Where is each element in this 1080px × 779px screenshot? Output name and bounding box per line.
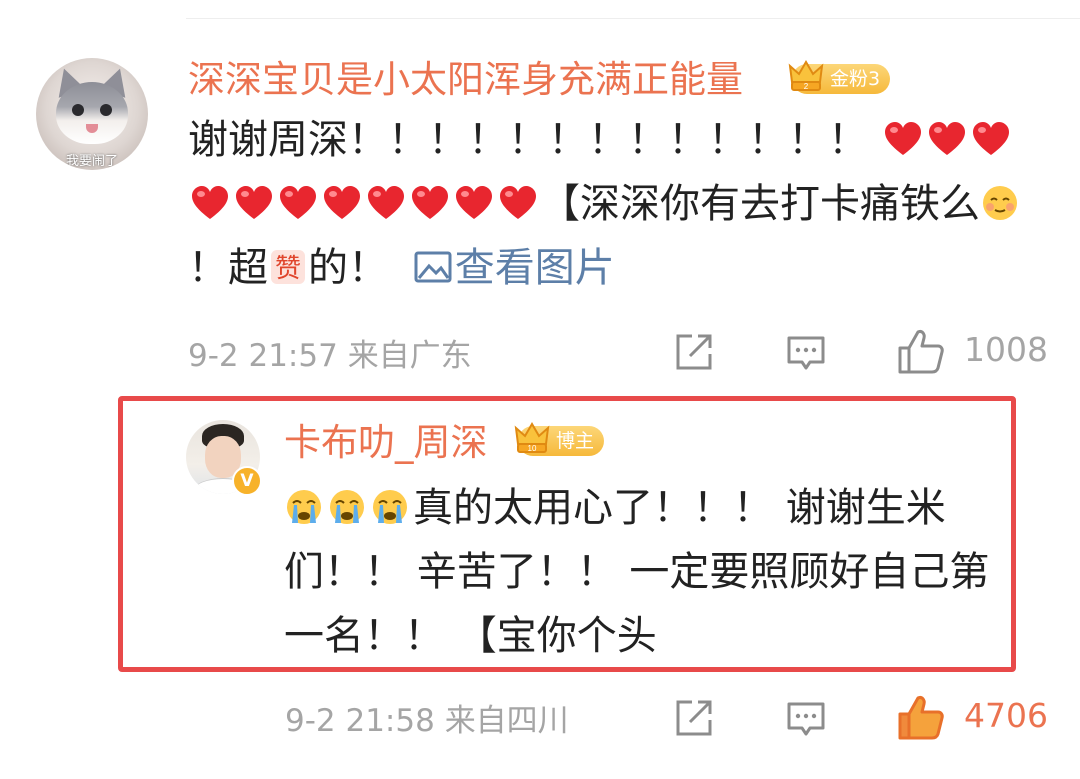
reply-timestamp: 9-2 21:58	[285, 703, 435, 739]
heart-emoji-icon	[280, 186, 316, 219]
heart-emoji-icon	[928, 122, 965, 155]
view-image-label: 查看图片	[454, 245, 615, 291]
commenter-avatar[interactable]: 我要闹了	[36, 58, 148, 170]
comment-text-mid: 【深深你有去打卡痛铁么	[540, 181, 980, 227]
svg-text:赞: 赞	[275, 254, 301, 284]
crying-emoji-icon	[373, 490, 407, 524]
avatar-caption: 我要闹了	[65, 154, 118, 169]
blogger-username[interactable]: 卡布叻_周深	[284, 418, 488, 468]
comment-icon	[787, 336, 825, 370]
svg-text:2: 2	[804, 82, 809, 91]
heart-emoji-icon	[236, 186, 272, 219]
comment-timestamp: 9-2 21:57	[188, 338, 338, 374]
like-button[interactable]	[896, 326, 946, 376]
reply-button[interactable]	[784, 698, 828, 742]
share-button[interactable]	[672, 330, 716, 374]
share-button[interactable]	[672, 696, 716, 740]
reply-location: 来自四川	[444, 703, 569, 739]
fan-badge-label: 金粉3	[830, 68, 881, 90]
thumbs-up-icon	[898, 330, 944, 374]
thumbs-up-filled-icon	[898, 696, 944, 740]
comment-text-start: 谢谢周深！！！！！！！！！！！！！	[188, 117, 868, 163]
image-icon	[414, 251, 452, 283]
comment-icon	[787, 702, 825, 736]
reply-body: 真的太用心了！！！ 谢谢生米们！！ 辛苦了！！ 一定要照顾好自己第一名！！ 【宝…	[284, 476, 1004, 668]
heart-emoji-icon	[456, 186, 492, 219]
comment-text-mid2: ！超	[188, 245, 268, 291]
share-icon	[676, 700, 712, 736]
verified-badge: V	[232, 466, 262, 496]
crying-emoji-icon	[330, 490, 364, 524]
reply-meta: 9-2 21:58 来自四川	[285, 695, 569, 740]
top-divider	[186, 18, 1080, 19]
comment-meta: 9-2 21:57 来自广东	[188, 330, 472, 375]
comment-location: 来自广东	[347, 338, 472, 374]
view-image-link[interactable]: 查看图片	[413, 245, 615, 291]
blogger-badge-label: 博主	[556, 430, 595, 452]
heart-emoji-icon	[324, 186, 360, 219]
heart-emoji-icon	[192, 186, 228, 219]
svg-text:10: 10	[528, 444, 537, 453]
cry-emoji-group	[284, 485, 413, 531]
crown-icon: 2	[788, 60, 824, 91]
blogger-badge[interactable]: 10 博主	[514, 422, 605, 456]
reply-button[interactable]	[784, 332, 828, 376]
heart-emoji-icon	[368, 186, 404, 219]
cat-eye	[100, 104, 112, 116]
share-icon	[676, 334, 712, 370]
zan-emoji-icon: 赞	[271, 250, 305, 284]
crown-icon: 10	[514, 422, 550, 453]
commenter-username[interactable]: 深深宝贝是小太阳浑身充满正能量	[188, 55, 743, 105]
like-count: 1008	[964, 330, 1048, 369]
heart-emoji-icon	[884, 122, 921, 155]
cat-eye	[72, 104, 84, 116]
heart-emoji-icon	[972, 122, 1009, 155]
comment-body: 谢谢周深！！！！！！！！！！！！！ 【深深你有去打卡痛铁么 ！超 赞 的！ 查看…	[188, 108, 1048, 300]
like-button-active[interactable]	[896, 692, 946, 742]
heart-emoji-icon	[412, 186, 448, 219]
heart-emoji-icon	[500, 186, 536, 219]
like-count: 4706	[964, 696, 1048, 735]
comment-text-end: 的！	[308, 245, 388, 291]
crying-emoji-icon	[287, 490, 321, 524]
cat-face	[56, 82, 128, 144]
fan-level-badge[interactable]: 2 金粉3	[788, 60, 891, 94]
smile-emoji-icon	[983, 186, 1017, 220]
